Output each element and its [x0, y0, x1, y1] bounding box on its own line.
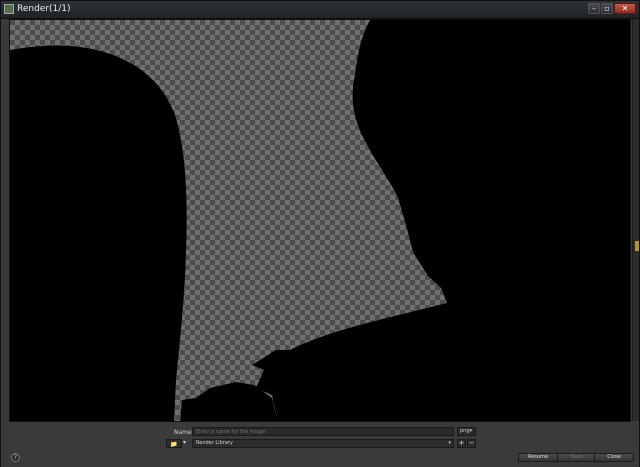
- library-caret-icon: ▾: [448, 440, 451, 446]
- resume-button[interactable]: Resume: [518, 453, 558, 462]
- close-button[interactable]: Close: [594, 453, 634, 462]
- title-bar[interactable]: Render(1/1) – ▫ ✕: [1, 1, 639, 19]
- left-silhouette: [10, 45, 187, 421]
- right-silhouette: [252, 20, 630, 421]
- folder-button[interactable]: 📁: [166, 439, 182, 448]
- app-icon: [4, 4, 14, 14]
- name-label: Name: [174, 429, 192, 436]
- render-preview-image: [10, 20, 630, 421]
- render-preview-canvas: [9, 19, 631, 422]
- remove-library-button[interactable]: −: [467, 439, 476, 448]
- render-window: Render(1/1) – ▫ ✕ Name png▾ 📁 ▾ Render L…: [0, 0, 640, 467]
- window-title: Render(1/1): [17, 4, 71, 14]
- save-button[interactable]: Save: [557, 453, 597, 462]
- add-library-button[interactable]: +: [457, 439, 466, 448]
- folder-caret-icon[interactable]: ▾: [183, 439, 186, 447]
- library-select[interactable]: Render Library ▾: [192, 439, 454, 448]
- format-value: png: [460, 428, 470, 434]
- format-select[interactable]: png▾: [457, 427, 476, 436]
- folder-icon: 📁: [170, 441, 178, 448]
- maximize-button[interactable]: ▫: [601, 3, 613, 14]
- help-button[interactable]: ?: [11, 453, 20, 462]
- minimize-button[interactable]: –: [588, 3, 600, 14]
- window-close-button[interactable]: ✕: [614, 3, 636, 14]
- format-caret-icon: ▾: [469, 428, 473, 434]
- library-value: Render Library: [196, 440, 233, 446]
- side-marker: [635, 241, 639, 251]
- side-scrollbar[interactable]: [632, 19, 639, 421]
- name-input[interactable]: [192, 427, 454, 436]
